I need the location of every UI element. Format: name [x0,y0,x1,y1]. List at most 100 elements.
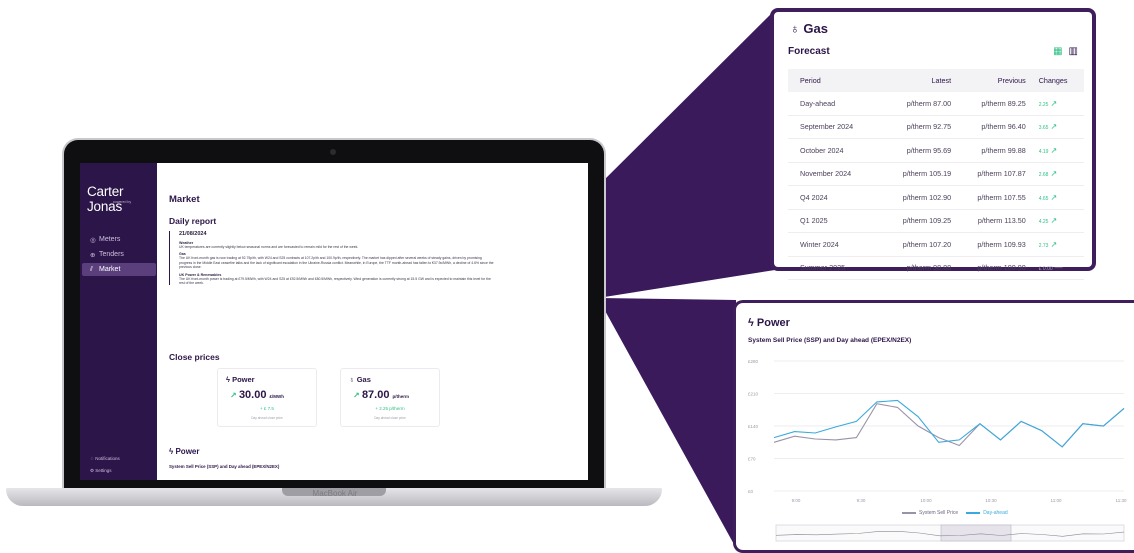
cell-period: Q1 2025 [788,209,881,233]
table-row: October 2024 p/therm 95.69 p/therm 99.88 4.… [788,138,1084,163]
legend-swatch-ssp [902,512,916,514]
gas-card-title: ♁ Gas [349,375,371,384]
flame-icon: ♁ [790,21,804,36]
sidebar-item-market[interactable]: ⫽ Market [82,263,156,276]
sidebar-item-notifications[interactable]: ♢ Notifications [90,456,120,468]
cell-period: Day-ahead [788,92,881,116]
x-tick-label: 10:30 [985,498,997,503]
report-date: 21/08/2024 [179,231,207,237]
forecast-table: Period Latest Previous Changes Day-ahead… [788,69,1084,280]
change-value: 2.25 [1038,101,1049,108]
x-tick-label: 10:00 [920,498,932,503]
trend-up-icon: ↗ [1050,145,1058,155]
market-chart-icon: ⫽ [90,265,93,273]
cell-previous: p/therm 107.87 [955,162,1030,186]
cell-change: 4.25 ↗ [1029,209,1084,233]
gas-panel-title: ♁ Gas [790,21,828,36]
table-row: Q1 2025 p/therm 109.25 p/therm 113.50 4.25 ↗ [788,209,1084,233]
cell-change: 4.65 ↗ [1029,185,1084,210]
sidebar-item-tenders[interactable]: ⊕ Tenders [82,248,156,261]
x-tick-label: 9:00 [792,498,801,503]
cell-period: September 2024 [788,115,881,139]
cell-previous: p/therm 99.88 [955,138,1030,163]
chart-legend: System Sell Price Day-ahead [894,510,1008,516]
y-tick-label: £210 [748,392,759,397]
table-row: Winter 2024 p/therm 107.20 p/therm 109.93 2… [788,232,1084,257]
laptop-lid: Carter Jonas powered by ◎ Meters ⊕ Tenders… [64,140,604,500]
cell-latest: p/therm 87.00 [880,92,956,116]
change-value: 4.25 [1038,219,1049,226]
y-tick-label: £0 [748,489,754,494]
y-tick-label: £280 [748,359,759,364]
gas-change: + 2.25 p/therm [375,406,405,411]
sidebar: Carter Jonas powered by ◎ Meters ⊕ Tenders… [80,163,157,480]
sidebar-item-meters[interactable]: ◎ Meters [82,233,156,246]
forecast-rows: Day-ahead p/therm 87.00 p/therm 89.25 2.25 ↗… [788,92,1084,280]
cell-latest: p/therm 109.25 [880,209,956,233]
wedge-gap [1095,270,1134,300]
report-text: UK temperatures are currently slightly b… [179,245,359,249]
cell-change: 2.25 ↗ [1029,92,1084,116]
table-row: November 2024 p/therm 105.19 p/therm 107.8… [788,162,1084,186]
table-view-icon[interactable]: ▦ [1053,46,1062,57]
change-value: £ 0.00 [1038,266,1053,273]
trend-up-icon: ↗ [1050,216,1058,226]
forecast-label: Forecast [788,46,830,57]
close-prices-title: Close prices [169,352,220,362]
range-selector [940,524,1012,542]
cell-period: Q4 2024 [788,185,881,210]
cell-latest: p/therm 102.90 [880,185,956,210]
view-toggle: ▦ ▥ [1047,46,1078,57]
cell-change: 2.68 ↗ [1029,162,1084,186]
change-value: 2.68 [1038,172,1049,179]
cell-previous: p/therm 109.93 [955,232,1030,257]
table-row: Summer 2025 p/therm 98.88 p/therm 100.90 £ … [788,256,1084,280]
col-changes: Changes [1029,69,1084,92]
change-value: 4.65 [1038,195,1049,202]
col-previous: Previous [955,69,1030,92]
gas-forecast-panel: ♁ Gas Forecast ▦ ▥ Period Latest Previous… [770,8,1096,280]
table-row: Day-ahead p/therm 87.00 p/therm 89.25 2.25 ↗ [788,92,1084,116]
cell-period: Summer 2025 [788,256,881,280]
table-row: September 2024 p/therm 92.75 p/therm 96.40… [788,115,1084,139]
main-content: Market Daily report 21/08/2024 Weather U… [157,163,588,480]
power-card-title: ϟ Power [226,375,255,384]
power-close-card: ϟ Power ↗ 30.00 £/MWh + £ 7.5 Day ahead … [217,368,317,427]
power-close-value: ↗ 30.00 £/MWh [230,389,285,401]
cell-latest: p/therm 92.75 [880,115,956,139]
cell-period: October 2024 [788,138,881,163]
y-tick-label: £140 [748,424,759,429]
meter-icon: ◎ [90,236,96,244]
report-text: The UK front-month power is trading at £… [179,276,491,286]
x-tick-label: 11:30 [1116,498,1127,503]
col-latest: Latest [880,69,956,92]
col-period: Period [788,69,881,92]
cell-latest: p/therm 105.19 [880,162,956,186]
change-value: 4.19 [1038,148,1049,155]
trend-up-icon: ↗ [1050,122,1058,132]
sidebar-nav: ◎ Meters ⊕ Tenders ⫽ Market [82,233,156,278]
daily-report-title: Daily report [169,216,217,226]
cell-previous: p/therm 113.50 [955,209,1030,233]
cell-latest: p/therm 107.20 [880,232,956,257]
y-tick-label: £70 [748,457,756,462]
table-row: Q4 2024 p/therm 102.90 p/therm 107.55 4.65 ↗ [788,185,1084,210]
sidebar-bottom: ♢ Notifications ⚙ Settings [90,456,120,480]
trend-up-icon: ↗ [1050,169,1058,179]
cell-period: Winter 2024 [788,232,881,257]
flat-trend-icon: — [1054,263,1063,273]
cell-previous: p/therm 89.25 [955,92,1030,116]
change-value: 3.65 [1038,125,1049,132]
sidebar-item-settings[interactable]: ⚙ Settings [90,468,120,480]
logo: Carter Jonas [87,184,124,214]
laptop-label: MacBook Air [312,489,358,498]
trend-up-icon: ↗ [1050,239,1058,249]
gas-close-card: ♁ Gas ↗ 87.00 p/therm + 2.25 p/therm Day… [340,368,440,427]
cell-change: 3.65 ↗ [1029,115,1084,139]
chart-view-icon[interactable]: ▥ [1069,46,1078,57]
power-note: Day ahead close price [251,416,283,420]
cell-latest: p/therm 98.88 [880,256,956,280]
sidebar-item-label: Market [99,266,121,273]
gas-close-value: ↗ 87.00 p/therm [353,389,410,401]
cell-period: November 2024 [788,162,881,186]
